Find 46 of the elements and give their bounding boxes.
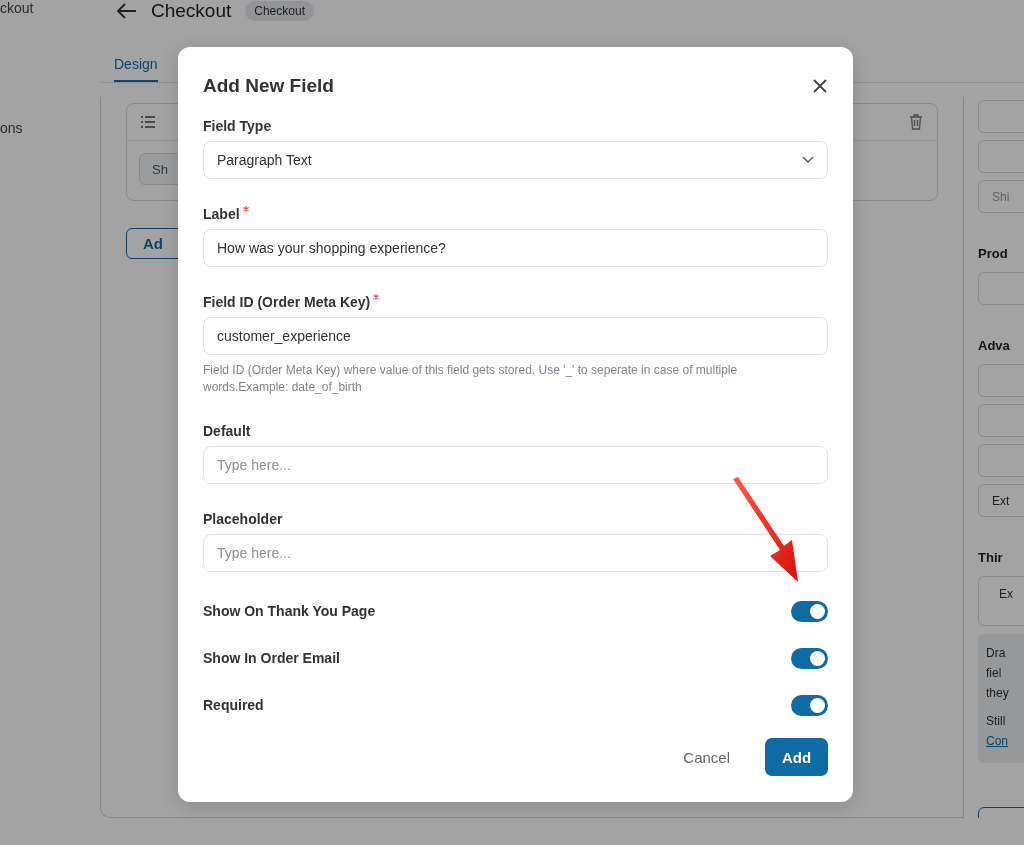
status-badge: Checkout	[245, 1, 314, 21]
input-field[interactable]: Type here...	[203, 534, 828, 572]
toggle-switch[interactable]	[791, 694, 828, 716]
input-field[interactable]: How was your shopping experience?	[203, 229, 828, 267]
section-heading: Adva	[978, 338, 1011, 353]
trash-icon[interactable]	[909, 114, 923, 130]
input-field[interactable]	[978, 364, 1024, 397]
contact-link[interactable]: Con	[986, 731, 1024, 751]
toggle-label: Show On Thank You Page	[203, 603, 376, 619]
add-button[interactable]: Add	[765, 738, 828, 776]
field-label: Field ID (Order Meta Key)	[203, 294, 371, 310]
info-text: they	[986, 685, 1009, 702]
section-heading: Thir	[978, 550, 1004, 565]
dialog-title: Add New Field	[203, 75, 334, 97]
input-field[interactable]: Ext	[978, 484, 1024, 517]
back-arrow-icon[interactable]	[117, 3, 137, 19]
section-heading: Prod	[978, 246, 1009, 261]
select-field[interactable]: Paragraph Text	[203, 141, 828, 179]
select-field[interactable]: Ex	[978, 576, 1024, 626]
input-field[interactable]	[978, 100, 1024, 133]
close-button[interactable]	[812, 78, 828, 94]
toggle-label: Show In Order Email	[203, 650, 340, 666]
input-field[interactable]: customer_experience	[203, 317, 828, 355]
input-field[interactable]	[978, 272, 1024, 305]
input-field[interactable]	[978, 404, 1024, 437]
toggle-switch[interactable]	[791, 600, 828, 622]
cancel-button[interactable]: Cancel	[673, 738, 740, 776]
input-field[interactable]: Type here...	[203, 446, 828, 484]
input-field[interactable]	[978, 140, 1024, 173]
input-field[interactable]	[978, 444, 1024, 477]
tab[interactable]: Design	[114, 52, 158, 82]
help-text: Field ID (Order Meta Key) where value of this field gets stored. Use '_' to seperate in case of multiple words.Example: date_of_birth	[203, 362, 739, 396]
field-label: Field Type	[203, 118, 272, 134]
sidebar-item[interactable]: ons	[0, 120, 100, 136]
field-label: Default	[203, 423, 251, 439]
info-text: Dra	[986, 645, 1006, 662]
toggle-switch[interactable]	[791, 647, 828, 669]
sidebar-item[interactable]: ckout	[0, 0, 100, 16]
info-text: fiel	[986, 665, 1002, 682]
toggle-label: Required	[203, 697, 264, 713]
info-text: Still	[986, 713, 1007, 730]
field-label: Placeholder	[203, 511, 283, 527]
chevron-down-icon	[802, 156, 814, 164]
field-label: Label	[203, 206, 240, 222]
page-title: Checkout	[151, 0, 232, 22]
list-icon[interactable]	[141, 116, 155, 128]
